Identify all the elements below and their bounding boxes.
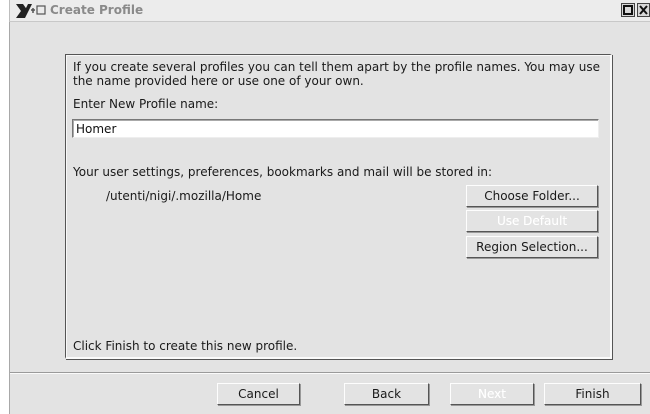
cancel-button[interactable]: Cancel xyxy=(217,383,300,405)
button-separator xyxy=(10,372,650,374)
region-selection-button[interactable]: Region Selection... xyxy=(466,236,598,258)
title-bar[interactable]: Create Profile xyxy=(9,0,650,22)
profile-name-label: Enter New Profile name: xyxy=(73,97,219,111)
finish-hint: Click Finish to create this new profile. xyxy=(73,339,298,353)
close-icon xyxy=(639,5,648,15)
maximize-icon xyxy=(623,5,633,15)
storage-label: Your user settings, preferences, bookmar… xyxy=(73,165,493,179)
storage-path: /utenti/nigi/.mozilla/Home xyxy=(106,189,262,203)
window-title: Create Profile xyxy=(50,3,144,17)
back-button[interactable]: Back xyxy=(344,383,429,405)
next-button[interactable]: Next xyxy=(450,383,534,405)
finish-button[interactable]: Finish xyxy=(544,383,641,405)
profile-name-input[interactable] xyxy=(72,119,599,138)
close-button[interactable] xyxy=(637,3,650,17)
use-default-button[interactable]: Use Default xyxy=(466,210,598,232)
maximize-button[interactable] xyxy=(621,3,635,17)
choose-folder-button[interactable]: Choose Folder... xyxy=(466,185,598,207)
intro-text: If you create several profiles you can t… xyxy=(73,60,601,88)
x-window-logo-icon[interactable] xyxy=(14,1,48,21)
